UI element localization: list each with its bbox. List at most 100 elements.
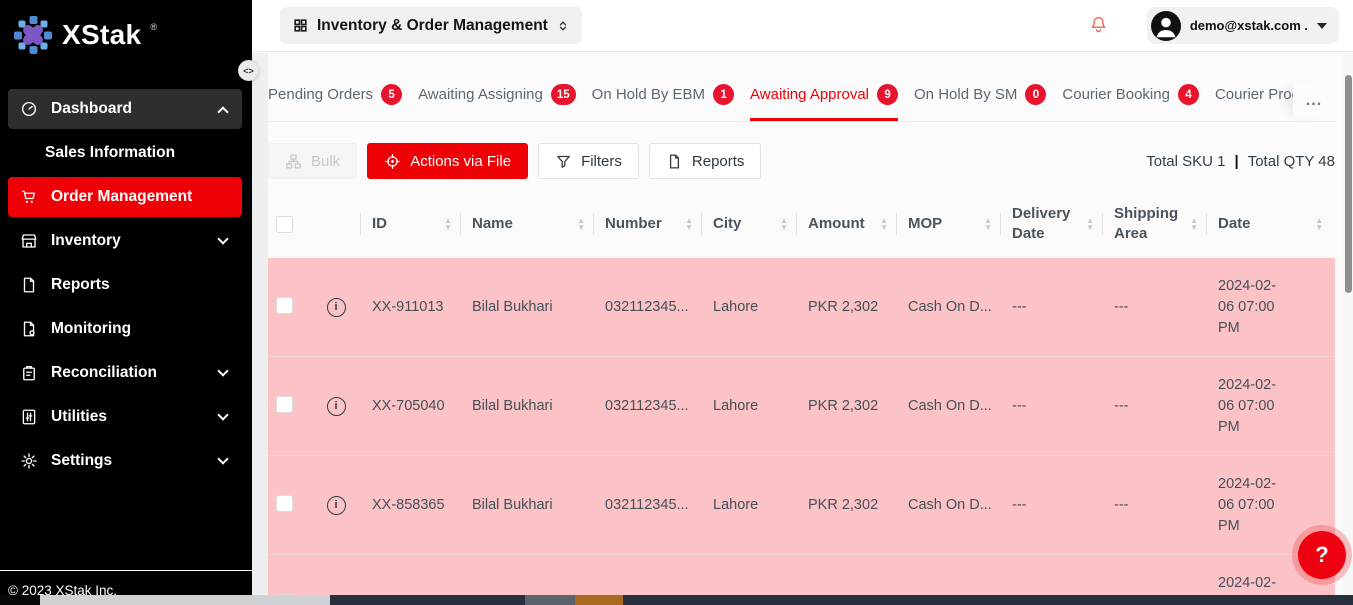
sliders-icon [20,408,38,426]
horizontal-scrollbar[interactable] [0,595,1353,605]
sidebar-item-reconciliation[interactable]: Reconciliation [8,353,242,393]
tab-count-badge: 1 [713,84,734,105]
sidebar-item-utilities[interactable]: Utilities [8,397,242,437]
column-header-date[interactable]: Date [1210,190,1335,258]
tab-count-badge: 5 [381,84,402,105]
column-header-mop[interactable]: MOP [900,190,1004,258]
sort-icon[interactable] [577,217,585,231]
column-label: City [713,214,741,234]
user-menu[interactable]: demo@xstak.com . [1147,7,1339,44]
tab-on-hold-by-sm[interactable]: On Hold By SM 0 [914,84,1046,121]
chevron-down-icon [1317,23,1327,29]
tab-label: Awaiting Approval [750,86,869,103]
sort-icon[interactable] [984,217,992,231]
cell-mop: Cash On D... [900,299,1004,315]
brand-trademark: ® [150,22,157,32]
toolbar: Bulk Actions via File Filters [268,143,1335,179]
table-row[interactable]: XX-705040 Bilal Bukhari 032112345... Lah… [268,357,1335,456]
notifications-button[interactable] [1088,15,1109,36]
column-header-amount[interactable]: Amount [800,190,900,258]
horizontal-scrollbar-mark-orange [575,595,623,605]
column-label: Date [1218,214,1251,234]
cell-mop: Cash On D... [900,497,1004,513]
sidebar-collapse-button[interactable]: <> [238,60,259,81]
cart-icon [20,188,38,206]
sort-icon[interactable] [880,217,888,231]
table-row[interactable]: XX-911013 Bilal Bukhari 032112345... Lah… [268,258,1335,357]
filters-button[interactable]: Filters [538,143,639,179]
sidebar-item-settings[interactable]: Settings [8,441,242,481]
cell-number: 032112345... [597,398,705,414]
info-icon[interactable] [327,397,346,416]
help-button[interactable]: ? [1298,531,1346,579]
table-row[interactable]: 2024-02-06 07:00 PM [268,555,1335,595]
cell-delivery-date: --- [1004,398,1106,414]
sidebar-item-inventory[interactable]: Inventory [8,221,242,261]
store-icon [20,232,38,250]
tab-label: On Hold By SM [914,86,1017,103]
sidebar-item-sales-information[interactable]: Sales Information [8,133,242,173]
cell-city: Lahore [705,497,800,513]
brand-logo[interactable]: XStak ® [0,0,252,55]
tab-on-hold-by-ebm[interactable]: On Hold By EBM 1 [592,84,734,121]
summary-divider: | [1235,153,1239,170]
tabs-overflow-button[interactable]: ... [1293,84,1335,118]
cell-id: XX-705040 [364,398,464,414]
cell-shipping-area: --- [1106,497,1210,513]
content-area: Pending Orders 5 Awaiting Assigning 15 O… [252,53,1353,595]
chevron-down-icon [217,233,228,244]
app-selector[interactable]: Inventory & Order Management [280,7,582,44]
cell-date: 2024-02-06 07:00 PM [1210,375,1335,438]
sort-icon[interactable] [780,217,788,231]
sidebar-footer: © 2023 XStak Inc. [0,570,252,598]
cell-number: 032112345... [597,299,705,315]
row-checkbox[interactable] [276,495,293,512]
sort-icon[interactable] [1315,217,1323,231]
tab-awaiting-approval[interactable]: Awaiting Approval 9 [750,84,898,121]
bulk-button[interactable]: Bulk [268,143,357,179]
cell-amount: PKR 2,302 [800,497,900,513]
tab-label: Courier Proc [1215,86,1299,103]
row-checkbox[interactable] [276,396,293,413]
info-icon[interactable] [327,298,346,317]
funnel-icon [555,153,572,170]
actions-via-file-button[interactable]: Actions via File [367,143,528,179]
row-checkbox-cell [268,396,308,417]
cell-name: Bilal Bukhari [464,497,597,513]
row-info-cell [308,496,364,515]
sidebar-item-order-management[interactable]: Order Management [8,177,242,217]
tab-courier-proc[interactable]: Courier Proc [1215,84,1299,121]
user-email: demo@xstak.com . [1190,18,1308,33]
column-header-name[interactable]: Name [464,190,597,258]
row-checkbox[interactable] [276,297,293,314]
avatar [1151,11,1181,41]
column-label: Shipping Area [1114,204,1190,245]
sidebar-item-monitoring[interactable]: Monitoring [8,309,242,349]
sort-icon[interactable] [444,217,452,231]
reports-button[interactable]: Reports [649,143,762,179]
horizontal-scrollbar-thumb[interactable] [40,595,330,605]
gear-icon [20,452,38,470]
column-header-shipping-area[interactable]: Shipping Area [1106,190,1210,258]
info-icon[interactable] [327,496,346,515]
sort-icon[interactable] [1086,217,1094,231]
tab-bar: Pending Orders 5 Awaiting Assigning 15 O… [268,84,1335,122]
tab-courier-booking[interactable]: Courier Booking 4 [1062,84,1199,121]
column-header-number[interactable]: Number [597,190,705,258]
cell-id: XX-858365 [364,497,464,513]
target-icon [384,153,401,170]
orders-table: ID Name Number City Amount MOP Delivery … [268,190,1335,595]
column-header-id[interactable]: ID [364,190,464,258]
column-header-delivery-date[interactable]: Delivery Date [1004,190,1106,258]
table-row[interactable]: XX-858365 Bilal Bukhari 032112345... Lah… [268,456,1335,555]
sort-icon[interactable] [685,217,693,231]
sort-icon[interactable] [1190,217,1198,231]
select-all-checkbox[interactable] [276,216,293,233]
tab-count-badge: 9 [877,84,898,105]
tab-pending-orders[interactable]: Pending Orders 5 [268,84,402,121]
vertical-scrollbar-thumb[interactable] [1345,75,1352,293]
sidebar-item-dashboard[interactable]: Dashboard [8,89,242,129]
sidebar-item-reports[interactable]: Reports [8,265,242,305]
column-header-city[interactable]: City [705,190,800,258]
tab-awaiting-assigning[interactable]: Awaiting Assigning 15 [418,84,576,121]
